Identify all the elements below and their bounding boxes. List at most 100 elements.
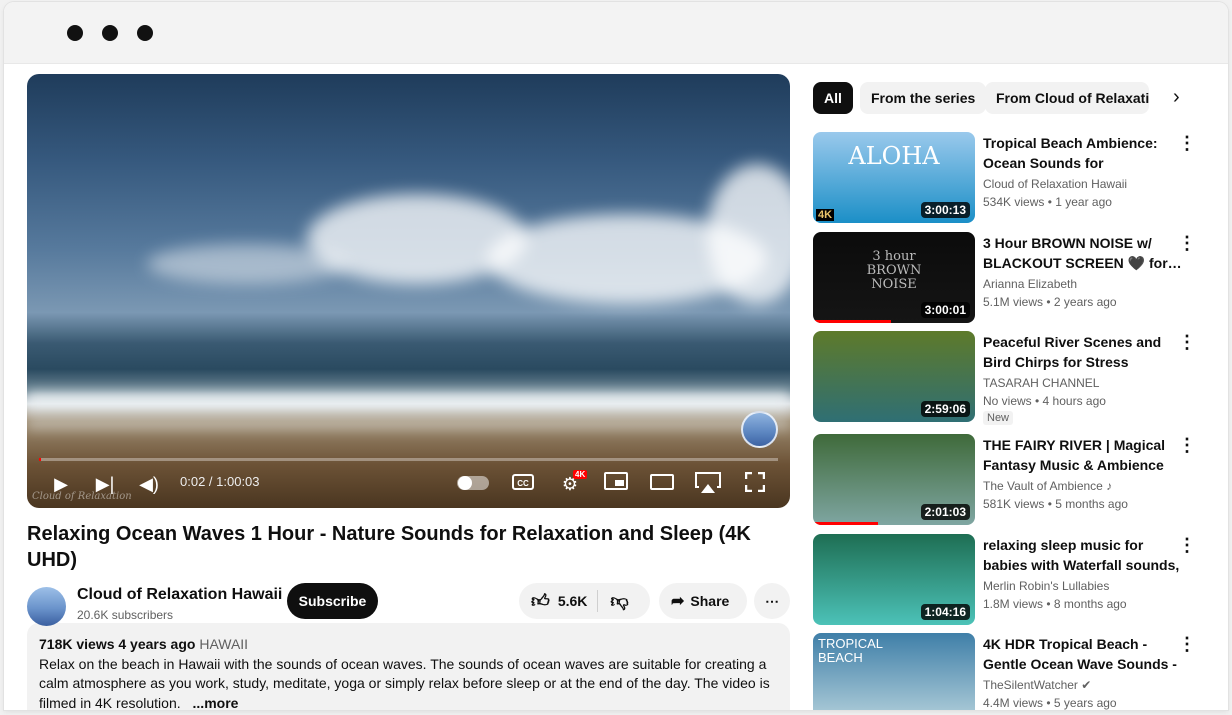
show-more-link[interactable]: ...more — [193, 695, 239, 711]
recommendation-title[interactable]: THE FAIRY RIVER | Magical Fantasy Music … — [983, 436, 1183, 475]
duration-badge: 2:01:03 — [920, 504, 970, 520]
cloud-shape — [147, 244, 347, 284]
more-vertical-icon[interactable]: ⋮ — [1178, 333, 1196, 351]
recommendation-channel[interactable]: TASARAH CHANNEL — [983, 376, 1099, 390]
video-thumbnail[interactable]: 1:04:16 — [813, 534, 975, 625]
recommendation-meta: 1.8M views • 8 months ago — [983, 597, 1127, 611]
recommendation-meta: No views • 4 hours ago — [983, 394, 1106, 408]
autoplay-toggle[interactable] — [457, 472, 489, 496]
thumbnail-text: 3 hour BROWN NOISE — [866, 249, 922, 292]
next-icon[interactable]: ▶| — [93, 472, 117, 496]
volume-icon[interactable]: ◀) — [137, 472, 161, 496]
wave-foam — [27, 416, 790, 430]
recommendation-title[interactable]: Peaceful River Scenes and Bird Chirps fo… — [983, 333, 1183, 372]
progress-bar[interactable] — [39, 458, 778, 461]
chevron-right-icon[interactable]: › — [1173, 86, 1180, 109]
recommendation-title[interactable]: 4K HDR Tropical Beach - Gentle Ocean Wav… — [983, 635, 1183, 674]
like-count[interactable]: 5.6K — [558, 593, 588, 609]
more-vertical-icon[interactable]: ⋮ — [1178, 436, 1196, 454]
video-player[interactable]: Cloud of Relaxation ▶ ▶| ◀) 0:02 / 1:00:… — [27, 74, 790, 508]
description-text: Relax on the beach in Hawaii with the so… — [39, 655, 770, 711]
player-controls: ▶ ▶| ◀) 0:02 / 1:00:03 CC ⚙ 4K — [27, 462, 790, 508]
like-divider — [597, 590, 599, 612]
recommendation-item[interactable]: 2:59:06 Peaceful River Scenes and Bird Ch… — [813, 331, 1213, 425]
recommendation-meta: 534K views • 1 year ago — [983, 195, 1112, 209]
chip-from-series[interactable]: From the series — [860, 82, 987, 114]
duration-badge: 1:04:16 — [920, 604, 970, 620]
new-badge: New — [983, 411, 1014, 425]
duration-badge: 2:59:06 — [920, 401, 970, 417]
thumbs-up-icon[interactable]: 👍︎ — [531, 590, 550, 612]
recommendation-meta: 5.1M views • 2 years ago — [983, 295, 1117, 309]
more-actions-button[interactable]: ⋯ — [754, 583, 790, 619]
video-thumbnail[interactable]: ALOHA 4K 3:00:13 — [813, 132, 975, 223]
more-vertical-icon[interactable]: ⋮ — [1178, 134, 1196, 152]
share-button[interactable]: ➦ Share — [659, 583, 747, 619]
duration-badge: 3:00:01 — [920, 302, 970, 318]
thumbs-down-icon[interactable]: 👎︎ — [610, 590, 628, 612]
view-stats: 718K views 4 years ago — [39, 636, 196, 652]
fullscreen-icon[interactable] — [743, 471, 767, 498]
recommendation-title[interactable]: 3 Hour BROWN NOISE w/ BLACKOUT SCREEN 🖤 … — [983, 234, 1183, 273]
filter-chips: All From the series From Cloud of Relaxa… — [813, 82, 1213, 116]
channel-avatar[interactable] — [27, 587, 66, 626]
video-thumbnail[interactable]: 3 hour BROWN NOISE 3:00:01 — [813, 232, 975, 323]
subscriber-count: 20.6K subscribers — [77, 608, 174, 622]
video-thumbnail[interactable]: 2:01:03 — [813, 434, 975, 525]
share-label: Share — [690, 593, 730, 609]
window-minimize-dot[interactable] — [102, 25, 118, 41]
recommendation-title[interactable]: Tropical Beach Ambience: Ocean Sounds fo… — [983, 134, 1183, 173]
chip-from-channel[interactable]: From Cloud of Relaxation — [985, 82, 1149, 114]
window-titlebar — [4, 2, 1228, 64]
progress-fill — [39, 458, 42, 461]
like-dislike-group: 👍︎ 5.6K 👎︎ — [519, 583, 650, 619]
channel-action-row: Cloud of Relaxation Hawaii 20.6K subscri… — [27, 583, 790, 637]
recommendation-meta: 581K views • 5 months ago — [983, 497, 1128, 511]
channel-watermark-logo[interactable] — [741, 411, 778, 448]
recommendation-title[interactable]: relaxing sleep music for babies with Wat… — [983, 536, 1183, 575]
recommendation-channel[interactable]: TheSilentWatcher ✔ — [983, 678, 1091, 692]
captions-icon[interactable]: CC — [511, 472, 535, 496]
video-thumbnail[interactable]: 2:59:06 — [813, 331, 975, 422]
recommendation-channel[interactable]: Cloud of Relaxation Hawaii — [983, 177, 1127, 191]
recommendation-meta: 4.4M views • 5 years ago — [983, 696, 1117, 710]
recommendation-item[interactable]: 3 hour BROWN NOISE 3:00:01 3 Hour BROWN NO… — [813, 232, 1213, 324]
window-maximize-dot[interactable] — [137, 25, 153, 41]
wave-foam — [27, 392, 790, 410]
browser-window: Cloud of Relaxation ▶ ▶| ◀) 0:02 / 1:00:… — [4, 2, 1228, 710]
chip-all[interactable]: All — [813, 82, 853, 114]
more-horizontal-icon: ⋯ — [765, 592, 779, 609]
play-icon[interactable]: ▶ — [49, 472, 73, 496]
more-vertical-icon[interactable]: ⋮ — [1178, 234, 1196, 252]
video-title: Relaxing Ocean Waves 1 Hour - Nature Sou… — [27, 523, 751, 571]
duration-badge: 3:00:13 — [920, 202, 970, 218]
hashtag-link[interactable]: HAWAII — [199, 636, 248, 652]
recommendation-channel[interactable]: Arianna Elizabeth — [983, 277, 1077, 291]
window-close-dot[interactable] — [67, 25, 83, 41]
recommendation-item[interactable]: ALOHA 4K 3:00:13 Tropical Beach Ambience: O… — [813, 132, 1213, 224]
thumbnail-text: TROPICAL BEACH — [818, 636, 883, 665]
subscribe-button[interactable]: Subscribe — [287, 583, 378, 619]
thumbnail-text: ALOHA — [848, 142, 940, 170]
recommendation-channel[interactable]: The Vault of Ambience ♪ — [983, 479, 1112, 493]
recommendation-item[interactable]: TROPICAL BEACH4K4K HDR Tropical Beach - … — [813, 633, 1213, 710]
airplay-icon[interactable] — [695, 472, 721, 500]
settings-quality-badge: 4K — [573, 470, 588, 479]
recommendations-sidebar: All From the series From Cloud of Relaxa… — [813, 82, 1213, 710]
more-vertical-icon[interactable]: ⋮ — [1178, 536, 1196, 554]
channel-name[interactable]: Cloud of Relaxation Hawaii — [77, 586, 282, 604]
svg-text:CC: CC — [517, 479, 529, 488]
share-icon: ➦ — [671, 593, 685, 610]
recommendation-item[interactable]: 1:04:16 relaxing sleep music for babies w… — [813, 534, 1213, 626]
theater-mode-icon[interactable] — [649, 472, 675, 496]
video-thumbnail[interactable]: TROPICAL BEACH4K — [813, 633, 975, 710]
watched-progress — [813, 320, 891, 323]
recommendation-item[interactable]: 2:01:03 THE FAIRY RIVER | Magical Fantasy… — [813, 434, 1213, 526]
miniplayer-icon[interactable] — [603, 472, 629, 496]
watched-progress — [813, 522, 878, 525]
recommendation-channel[interactable]: Merlin Robin's Lullabies — [983, 579, 1109, 593]
time-display: 0:02 / 1:00:03 — [180, 474, 260, 489]
more-vertical-icon[interactable]: ⋮ — [1178, 635, 1196, 653]
main-column: Cloud of Relaxation ▶ ▶| ◀) 0:02 / 1:00:… — [27, 74, 790, 710]
resolution-badge: 4K — [816, 209, 835, 221]
